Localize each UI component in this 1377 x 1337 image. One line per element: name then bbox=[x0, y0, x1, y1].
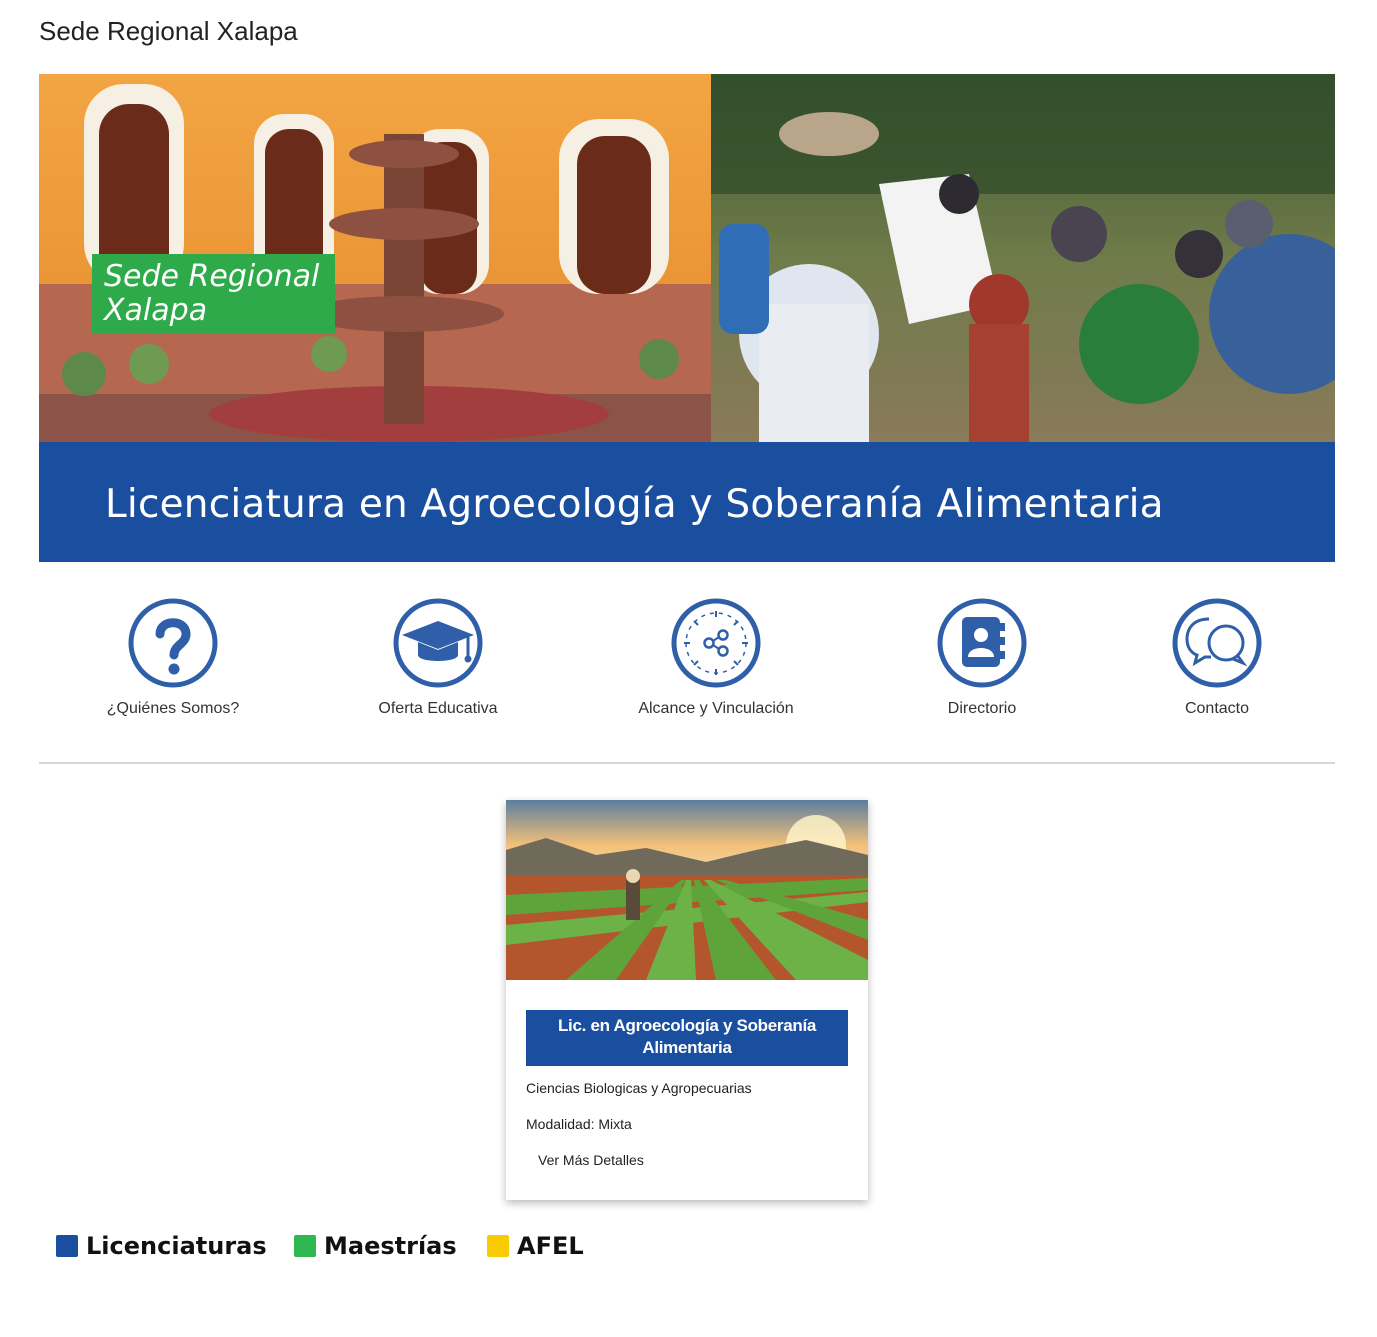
legend-label: Licenciaturas bbox=[86, 1232, 267, 1260]
legend-label: Maestrías bbox=[324, 1232, 457, 1260]
card-area: Ciencias Biologicas y Agropecuarias bbox=[526, 1080, 752, 1096]
page-title: Sede Regional Xalapa bbox=[39, 16, 298, 46]
contact-book-icon bbox=[937, 598, 1027, 688]
graduation-cap-icon bbox=[393, 598, 483, 688]
nav-directorio[interactable]: Directorio bbox=[917, 597, 1047, 718]
question-icon bbox=[128, 598, 218, 688]
details-link[interactable]: Ver Más Detalles bbox=[538, 1152, 644, 1168]
nav-quienes-somos[interactable]: ¿Quiénes Somos? bbox=[106, 597, 240, 718]
nav-label: Oferta Educativa bbox=[378, 700, 498, 717]
legend-swatch bbox=[294, 1235, 316, 1257]
card-modality: Modalidad: Mixta bbox=[526, 1116, 632, 1132]
nav-label: Directorio bbox=[947, 700, 1017, 717]
network-share-icon bbox=[671, 598, 761, 688]
section-divider bbox=[39, 762, 1335, 764]
legend-swatch bbox=[56, 1235, 78, 1257]
nav-oferta-educativa[interactable]: Oferta Educativa bbox=[373, 597, 503, 718]
hero-badge: Sede Regional Xalapa bbox=[92, 254, 335, 334]
program-card[interactable]: Lic. en Agroecología y Soberanía Aliment… bbox=[506, 800, 868, 1200]
hero-band: Licenciatura en Agroecología y Soberanía… bbox=[39, 442, 1335, 562]
legend-label: AFEL bbox=[517, 1232, 584, 1260]
legend-maestrias: Maestrías bbox=[294, 1232, 457, 1260]
chat-bubbles-icon bbox=[1172, 598, 1262, 688]
card-title: Lic. en Agroecología y Soberanía Aliment… bbox=[526, 1010, 848, 1066]
legend-afel: AFEL bbox=[487, 1232, 584, 1260]
nav-label: Contacto bbox=[1184, 700, 1250, 717]
nav-label: Alcance y Vinculación bbox=[638, 700, 794, 717]
legend-swatch bbox=[487, 1235, 509, 1257]
card-image bbox=[506, 800, 868, 980]
nav-contacto[interactable]: Contacto bbox=[1152, 597, 1282, 718]
hero-banner[interactable]: Sede Regional Xalapa Licenciatura en Agr… bbox=[39, 74, 1335, 562]
nav-alcance-vinculacion[interactable]: Alcance y Vinculación bbox=[631, 597, 801, 718]
hero-band-text: Licenciatura en Agroecología y Soberanía… bbox=[105, 482, 1164, 527]
nav-label: ¿Quiénes Somos? bbox=[106, 700, 240, 717]
legend-licenciaturas: Licenciaturas bbox=[56, 1232, 267, 1260]
